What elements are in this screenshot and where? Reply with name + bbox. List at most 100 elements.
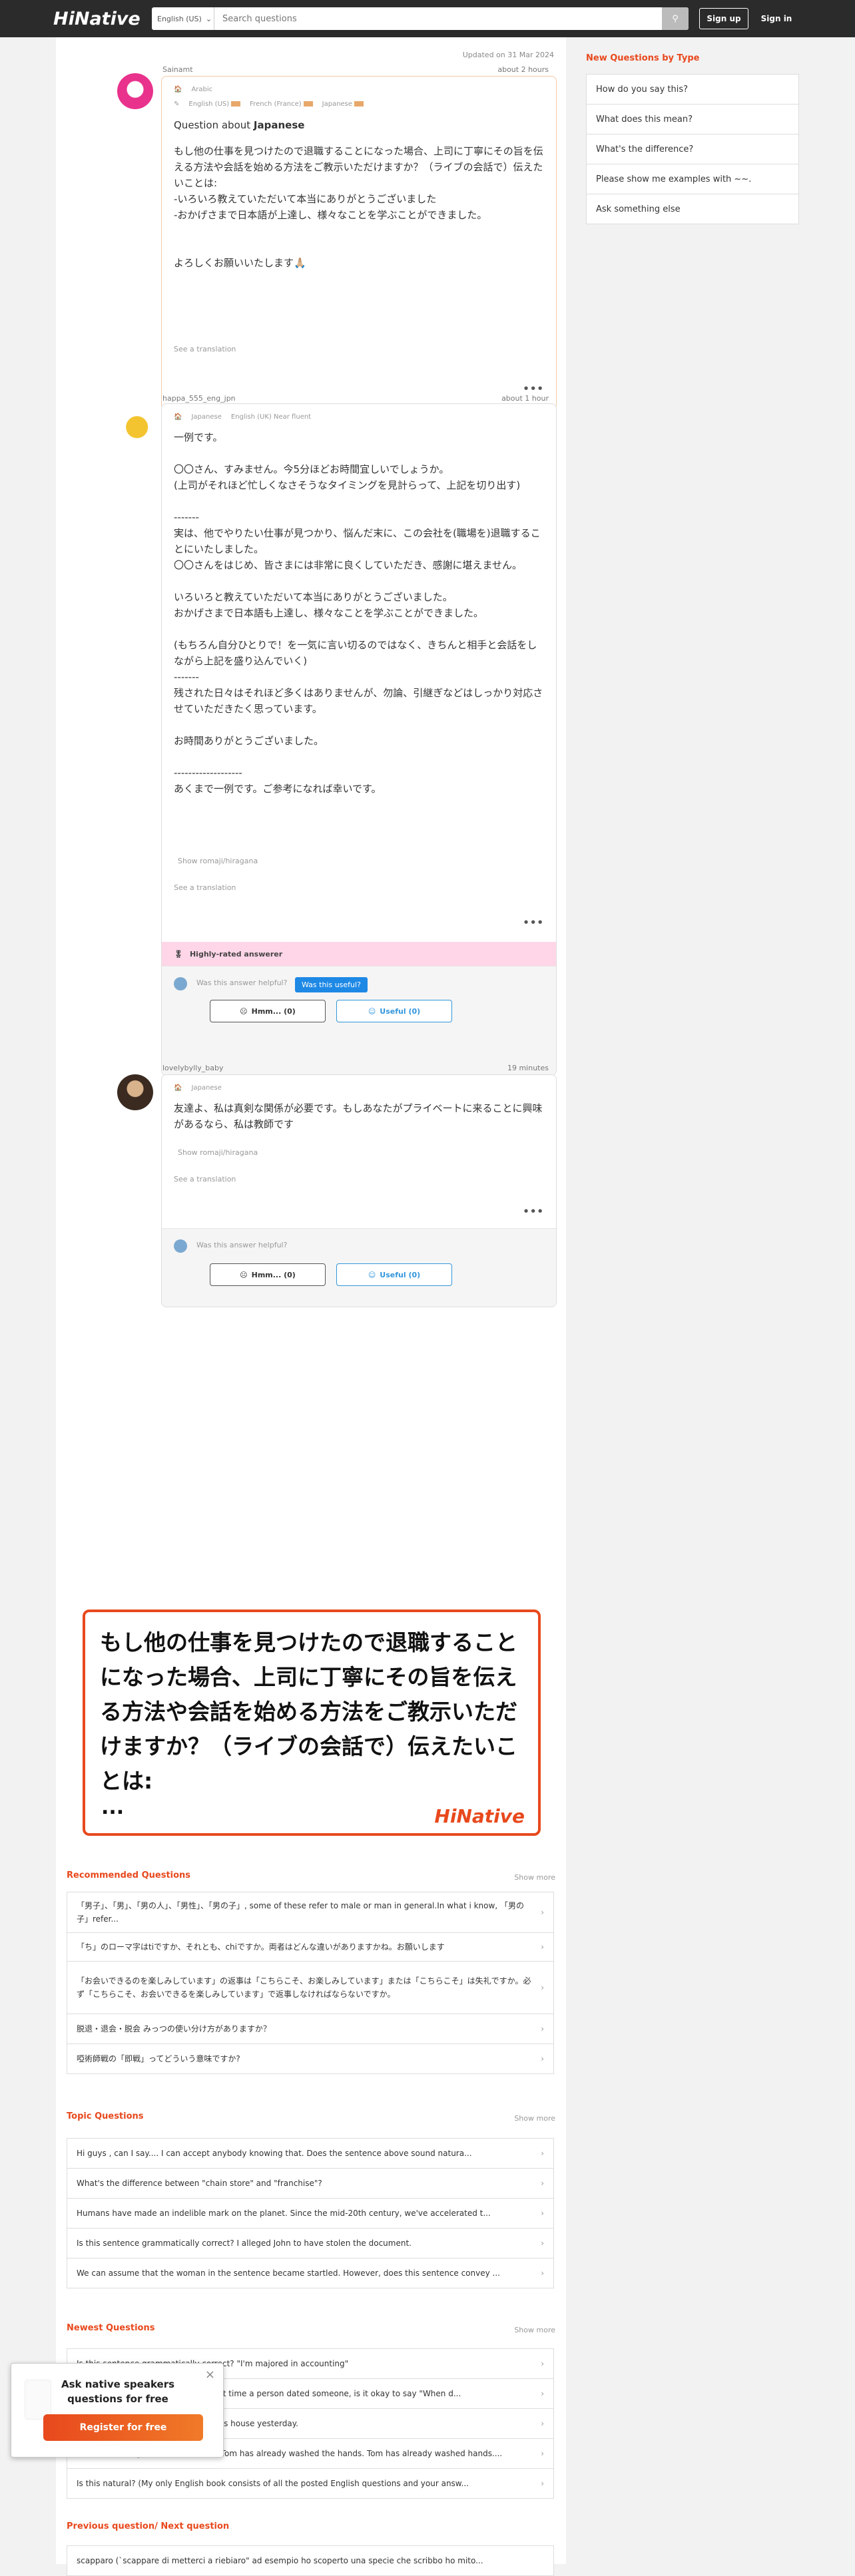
list-item[interactable]: 「ち」のローマ字はtiですか、それとも、chiですか。両者はどんな違いがあります…	[67, 1932, 554, 1962]
native-tag: 🏠 Arabic	[174, 86, 213, 93]
more-options-icon[interactable]: •••	[523, 917, 544, 929]
chevron-right-icon: ›	[541, 2239, 544, 2248]
topic-list: Hi guys , can I say.... I can accept any…	[67, 2138, 554, 2288]
learning-tags: ✎ English (US) French (France) Japanese	[174, 101, 364, 108]
useful-button[interactable]: ☺ Useful (0)	[336, 1263, 452, 1286]
answer1-time: about 1 hour	[501, 394, 549, 403]
sidebar-item-ask-else[interactable]: Ask something else	[586, 194, 799, 224]
signin-button[interactable]: Sign in	[755, 8, 798, 29]
language-select[interactable]: English (US) ⌄	[152, 7, 214, 30]
award-icon: 🎖	[174, 949, 183, 959]
answer1-feedback: Was this answer helpful? Was this useful…	[162, 966, 556, 1075]
learning-tag: French (France)	[250, 101, 313, 108]
hmm-button[interactable]: ☹ Hmm... (0)	[210, 1263, 326, 1286]
list-item[interactable]: 「お会いできるのを楽しみしています」の返事は「こちらこそ、お楽しみしています」ま…	[67, 1961, 554, 2014]
list-item[interactable]: We can assume that the woman in the sent…	[67, 2258, 554, 2288]
app-illustration	[25, 2380, 51, 2420]
newest-show-more[interactable]: Show more	[514, 2326, 555, 2334]
sidebar-item-difference[interactable]: What's the difference?	[586, 134, 799, 164]
sidebar-title: New Questions by Type	[586, 53, 700, 63]
search-icon: ⚲	[672, 13, 679, 24]
list-item[interactable]: Hi guys , can I say.... I can accept any…	[67, 2138, 554, 2169]
answer2-card: 🏠 Japanese 友達よ、私は真剣な関係が必要です。もしあなたがプライベートに…	[161, 1074, 557, 1307]
confused-face-icon: ☹	[240, 1006, 248, 1016]
list-item[interactable]: Is this sentence grammatically correct? …	[67, 2228, 554, 2258]
register-button[interactable]: Register for free	[43, 2414, 203, 2441]
answer1-tags: 🏠 Japanese English (UK) Near fluent	[174, 413, 312, 421]
banner-text: もし他の仕事を見つけたので退職することになった場合、上司に丁寧にその旨を伝える方…	[100, 1629, 517, 1794]
prevnext-title: Previous question/ Next question	[67, 2521, 230, 2531]
chevron-down-icon: ⌄	[205, 14, 212, 23]
question-time: about 2 hours	[497, 65, 549, 74]
topic-show-more[interactable]: Show more	[514, 2114, 555, 2123]
question-avatar[interactable]	[117, 73, 153, 109]
recommended-show-more[interactable]: Show more	[514, 1873, 555, 1882]
answer2-feedback: Was this answer helpful? ☹ Hmm... (0) ☺ Us…	[162, 1228, 556, 1307]
confused-face-icon: ☹	[240, 1270, 248, 1279]
sidebar-item-how-do-you-say[interactable]: How do you say this?	[586, 74, 799, 105]
more-options-icon[interactable]: •••	[523, 383, 544, 395]
helpful-question: Was this answer helpful?	[196, 1241, 288, 1249]
chevron-right-icon: ›	[541, 2179, 544, 2188]
pencil-icon: ✎	[174, 101, 180, 108]
signup-button[interactable]: Sign up	[699, 8, 748, 29]
chevron-right-icon: ›	[541, 2359, 544, 2368]
answer1-avatar[interactable]	[117, 407, 153, 443]
answer1-card: 🏠 Japanese English (UK) Near fluent 一例です。 …	[161, 403, 557, 1076]
chevron-right-icon: ›	[541, 2449, 544, 2458]
sidebar-item-examples[interactable]: Please show me examples with ~~.	[586, 164, 799, 194]
see-translation-link[interactable]: See a translation	[174, 883, 236, 892]
popup-title: Ask native speakers questions for free	[61, 2378, 175, 2405]
hinative-logo[interactable]: HiNative	[53, 9, 153, 29]
see-translation-link[interactable]: See a translation	[174, 345, 236, 353]
question-title: Question about Japanese	[174, 119, 305, 131]
question-card: 🏠 Arabic ✎ English (US) French (France) J…	[161, 76, 557, 410]
answer1-username[interactable]: happa_555_eng_jpn	[162, 394, 236, 403]
chevron-right-icon: ›	[541, 2479, 544, 2488]
chevron-right-icon: ›	[541, 1908, 544, 1917]
topic-title: Topic Questions	[67, 2111, 144, 2121]
chevron-right-icon: ›	[541, 2209, 544, 2218]
question-username[interactable]: Sainamt	[162, 65, 193, 74]
search-button[interactable]: ⚲	[662, 7, 689, 30]
list-item[interactable]: Is this natural? (My only English book c…	[67, 2468, 554, 2499]
see-translation-link[interactable]: See a translation	[174, 1175, 236, 1183]
question-meta: Sainamt about 2 hours	[162, 65, 549, 74]
chevron-right-icon: ›	[541, 1942, 544, 1952]
highly-rated-badge: 🎖 Highly-rated answerer	[162, 942, 556, 966]
house-icon: 🏠	[174, 413, 182, 421]
answer2-avatar[interactable]	[117, 1074, 153, 1110]
answer2-username[interactable]: lovelybylly_baby	[162, 1064, 223, 1072]
learning-tag: English (US)	[188, 101, 241, 108]
user-avatar-small	[174, 977, 187, 990]
list-item[interactable]: Humans have made an indelible mark on th…	[67, 2198, 554, 2229]
romaji-toggle[interactable]: Show romaji/hiragana	[178, 1148, 258, 1157]
search-bar: English (US)⌄ ⚲	[152, 7, 689, 30]
search-input[interactable]	[214, 7, 662, 30]
list-item[interactable]: 啞術師戦の「即戦」ってどういう意味ですか? ›	[67, 2043, 554, 2074]
list-item[interactable]: 「男子」、「男」、「男の人」、「男性」、「男の子」, some of these…	[67, 1892, 554, 1933]
chevron-right-icon: ›	[541, 2054, 544, 2063]
prevnext-list: scapparo (`scappare di metterci a riebia…	[67, 2545, 554, 2576]
more-options-icon[interactable]: •••	[523, 1205, 544, 1217]
chevron-right-icon: ›	[541, 2419, 544, 2428]
newest-title: Newest Questions	[67, 2323, 155, 2333]
chevron-right-icon: ›	[541, 1983, 544, 1992]
list-item[interactable]: What's the difference between "chain sto…	[67, 2168, 554, 2199]
romaji-toggle[interactable]: Show romaji/hiragana	[178, 857, 258, 865]
answer2-body: 友達よ、私は真剣な関係が必要です。もしあなたがプライベートに来ることに興味がある…	[174, 1102, 543, 1130]
house-icon: 🏠	[174, 1084, 182, 1092]
question-body: もし他の仕事を見つけたので退職することになった場合、上司に丁寧にその旨を伝える方…	[174, 145, 543, 269]
hmm-button[interactable]: ☹ Hmm... (0)	[210, 1000, 326, 1022]
answer2-time: 19 minutes	[507, 1064, 549, 1072]
sidebar-item-what-does-this-mean[interactable]: What does this mean?	[586, 104, 799, 134]
recommended-list: 「男子」、「男」、「男の人」、「男性」、「男の子」, some of these…	[67, 1892, 554, 2074]
helpful-question: Was this answer helpful?	[196, 978, 288, 987]
list-item[interactable]: scapparo (`scappare di metterci a riebia…	[67, 2545, 554, 2576]
close-icon[interactable]: ×	[205, 2368, 215, 2382]
recommended-title: Recommended Questions	[67, 1870, 191, 1880]
useful-button[interactable]: ☺ Useful (0)	[336, 1000, 452, 1022]
list-item[interactable]: 脱退・退会・脱会 みっつの使い分け方がありますか？ ›	[67, 2014, 554, 2044]
learning-tag: Japanese	[322, 101, 364, 108]
question-banner: もし他の仕事を見つけたので退職することになった場合、上司に丁寧にその旨を伝える方…	[83, 1610, 541, 1836]
